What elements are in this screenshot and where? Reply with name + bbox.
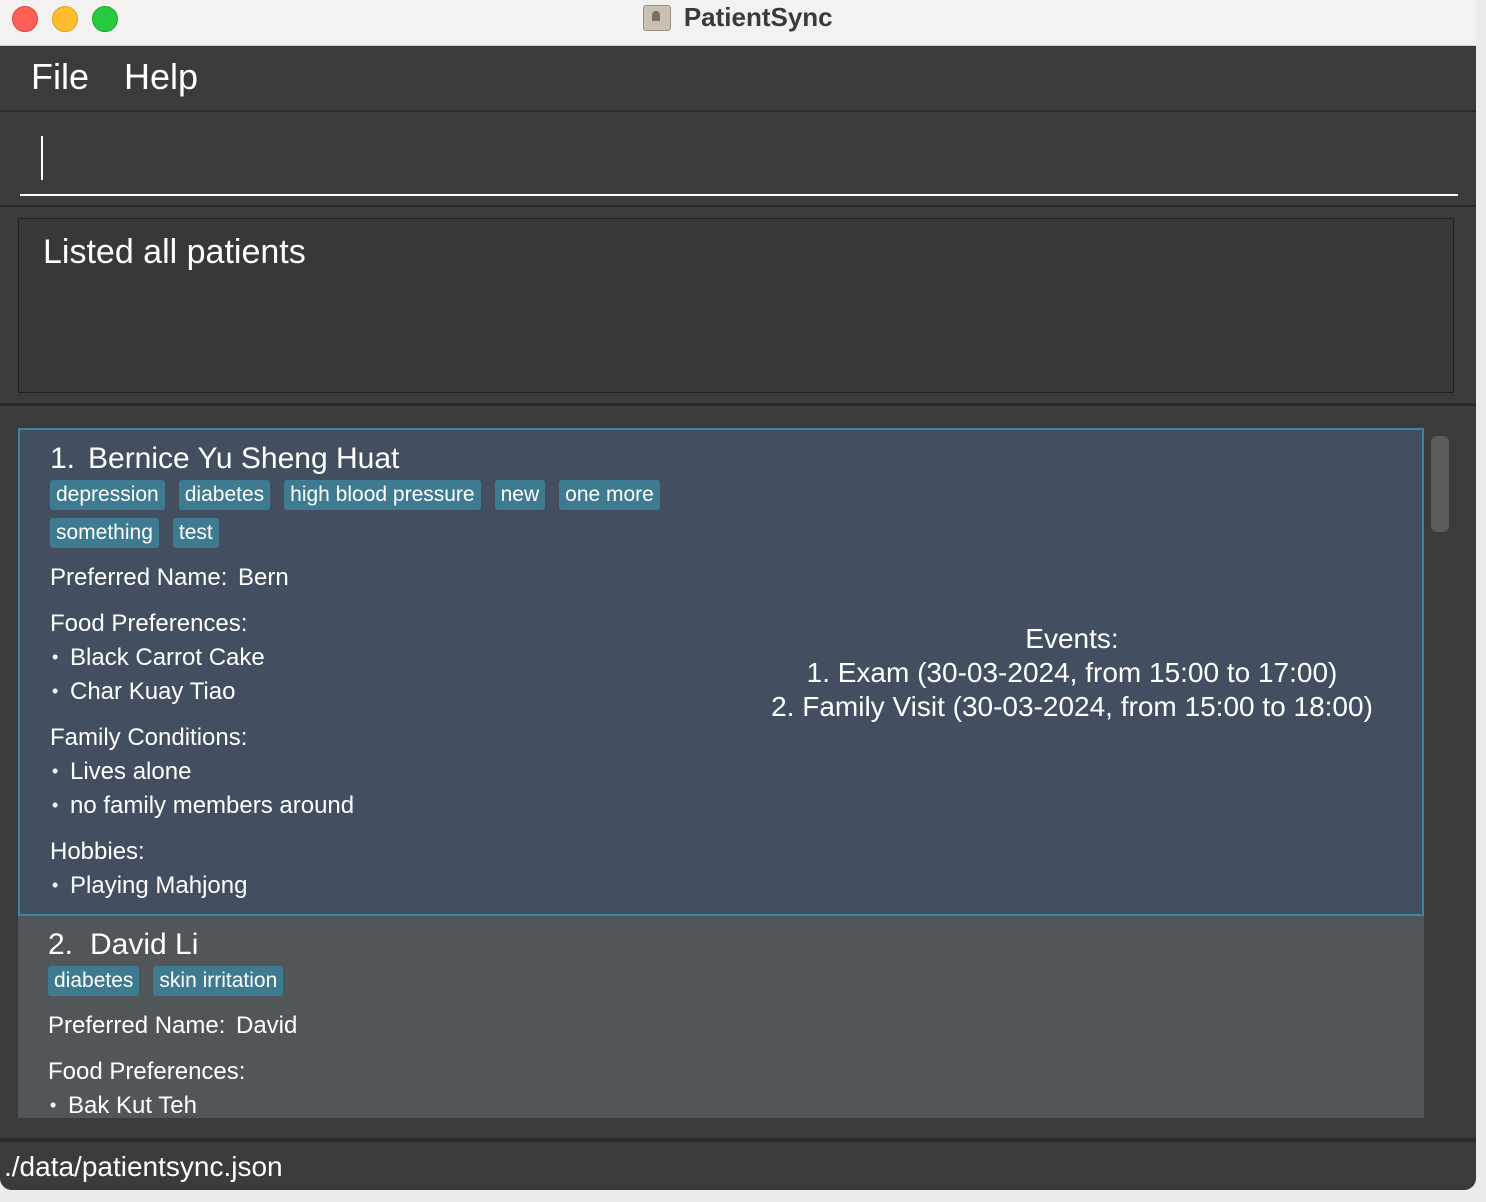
hobbies-label: Hobbies: bbox=[50, 838, 145, 865]
tag-label: depression bbox=[50, 480, 165, 510]
data-file-path: ./data/patientsync.json bbox=[4, 1151, 283, 1182]
result-message: Listed all patients bbox=[43, 233, 306, 271]
patient-card-selected[interactable]: 1. Bernice Yu Sheng Huat depression diab… bbox=[18, 428, 1424, 916]
tag-list: depression diabetes high blood pressure … bbox=[50, 480, 690, 548]
food-item: • Char Kuay Tiao bbox=[52, 678, 236, 705]
window-title-group: PatientSync bbox=[0, 2, 1476, 33]
tag-list: diabetes skin irritation bbox=[48, 966, 688, 996]
event-item: 1. Exam (30-03-2024, from 15:00 to 17:00… bbox=[806, 657, 1338, 688]
tag-label: new bbox=[494, 480, 546, 510]
menu-bar: File Help bbox=[0, 46, 1476, 112]
result-display-box[interactable]: Listed all patients bbox=[18, 218, 1454, 393]
patient-index: 2. bbox=[48, 928, 74, 961]
tag-label: something bbox=[50, 518, 159, 548]
app-contact-icon bbox=[643, 4, 672, 31]
preferred-name-value: David bbox=[236, 1012, 298, 1039]
family-item: • Lives alone bbox=[52, 758, 192, 785]
menu-file[interactable]: File bbox=[31, 56, 89, 98]
food-preferences-label: Food Preferences: bbox=[48, 1058, 246, 1085]
preferred-name-label: Preferred Name: bbox=[50, 564, 228, 591]
event-item: 2. Family Visit (30-03-2024, from 15:00 … bbox=[771, 691, 1373, 722]
tag-label: diabetes bbox=[48, 966, 140, 996]
preferred-name-label: Preferred Name: bbox=[48, 1012, 226, 1039]
food-preferences-label: Food Preferences: bbox=[50, 610, 248, 637]
status-bar: ./data/patientsync.json bbox=[0, 1140, 1476, 1190]
patient-name: David Li bbox=[90, 928, 199, 961]
hobby-item-text: Playing Mahjong bbox=[70, 872, 248, 899]
app-window: PatientSync File Help Listed all patient… bbox=[0, 0, 1476, 1190]
patient-card[interactable]: 2. David Li diabetes skin irritation Pre… bbox=[18, 916, 1424, 1118]
patient-name: Bernice Yu Sheng Huat bbox=[88, 442, 400, 475]
tag-label: skin irritation bbox=[153, 966, 284, 996]
hobby-item: • Playing Mahjong bbox=[52, 872, 248, 899]
result-display-panel: Listed all patients bbox=[0, 207, 1476, 406]
menu-help[interactable]: Help bbox=[124, 56, 198, 98]
food-item: • Black Carrot Cake bbox=[52, 644, 265, 671]
family-item-text: Lives alone bbox=[70, 758, 192, 785]
command-box bbox=[0, 112, 1476, 208]
tag-label: one more bbox=[559, 480, 660, 510]
patient-index: 1. bbox=[50, 442, 76, 475]
title-bar: PatientSync bbox=[0, 0, 1476, 46]
food-item-text: Black Carrot Cake bbox=[70, 644, 265, 671]
scrollbar-thumb[interactable] bbox=[1431, 436, 1449, 532]
patient-list-panel: 1. Bernice Yu Sheng Huat depression diab… bbox=[0, 406, 1476, 1138]
events-label: Events: bbox=[1025, 623, 1119, 654]
family-item: • no family members around bbox=[52, 792, 355, 819]
command-input[interactable] bbox=[20, 124, 1458, 196]
events-section: Events: 1. Exam (30-03-2024, from 15:00 … bbox=[722, 622, 1422, 724]
food-item: • Bak Kut Teh bbox=[50, 1092, 197, 1118]
desktop-edge bbox=[1476, 0, 1486, 1202]
patient-list[interactable]: 1. Bernice Yu Sheng Huat depression diab… bbox=[18, 428, 1424, 1118]
food-item-text: Char Kuay Tiao bbox=[70, 678, 236, 705]
food-item-text: Bak Kut Teh bbox=[68, 1092, 197, 1118]
preferred-name-value: Bern bbox=[238, 564, 289, 591]
text-caret bbox=[41, 136, 43, 180]
tag-label: test bbox=[172, 518, 219, 548]
tag-label: high blood pressure bbox=[284, 480, 481, 510]
window-title: PatientSync bbox=[683, 2, 833, 32]
tag-label: diabetes bbox=[178, 480, 271, 510]
family-item-text: no family members around bbox=[70, 792, 355, 819]
family-conditions-label: Family Conditions: bbox=[50, 724, 248, 751]
